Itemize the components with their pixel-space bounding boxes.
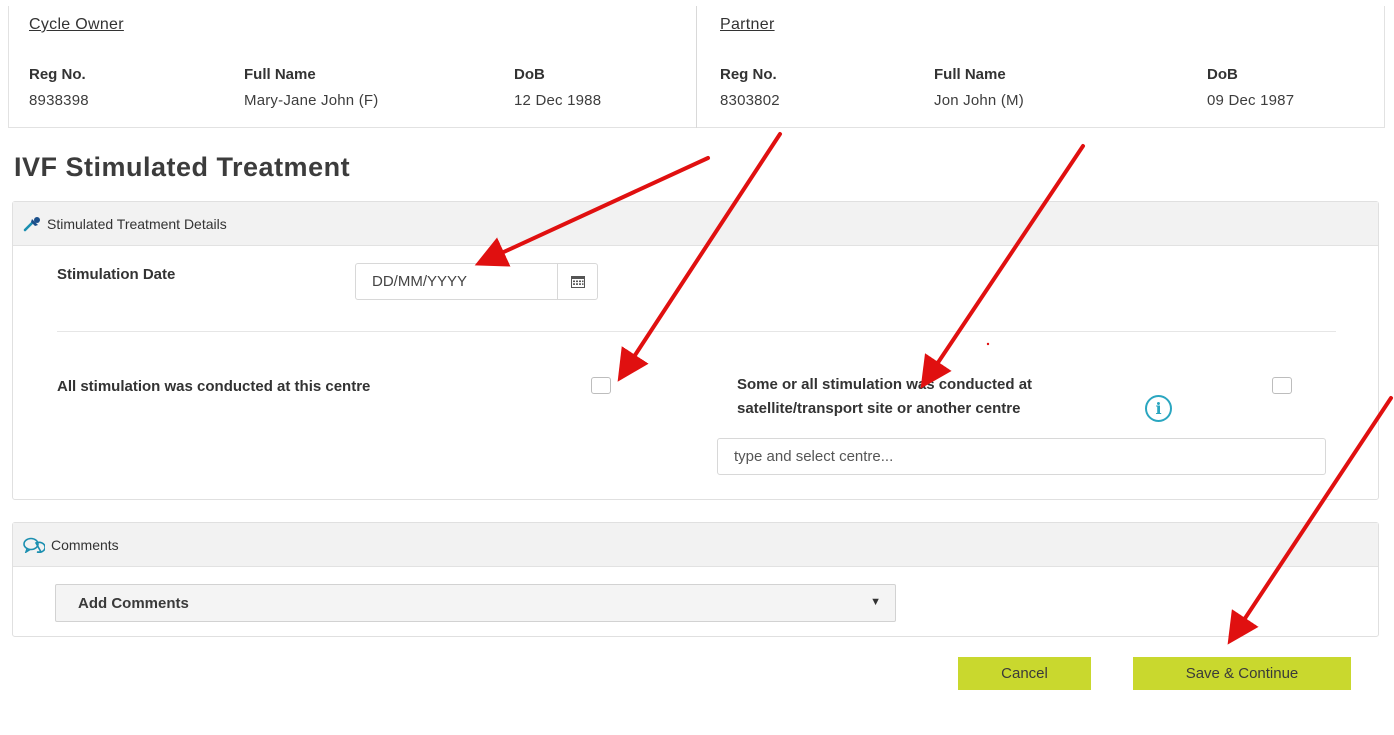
info-icon[interactable]: i <box>1145 395 1172 422</box>
cycle-owner-reg: 8938398 <box>29 92 89 109</box>
centre-search-input[interactable]: type and select centre... <box>717 438 1326 475</box>
details-panel-header: Stimulated Treatment Details <box>13 202 1378 246</box>
cycle-owner-name-label: Full Name <box>244 66 316 83</box>
cancel-button[interactable]: Cancel <box>958 657 1091 690</box>
details-panel-title: Stimulated Treatment Details <box>47 215 227 232</box>
comments-icon <box>23 537 45 553</box>
save-continue-button[interactable]: Save & Continue <box>1133 657 1351 690</box>
partner-heading[interactable]: Partner <box>720 16 775 34</box>
other-site-label-line1: Some or all stimulation was conducted at <box>737 376 1033 393</box>
cycle-owner-reg-label: Reg No. <box>29 66 86 83</box>
cycle-owner-name: Mary-Jane John (F) <box>244 92 379 109</box>
page-title: IVF Stimulated Treatment <box>14 152 351 182</box>
add-comments-value: Add Comments <box>78 595 189 612</box>
all-stimulation-checkbox[interactable] <box>591 377 611 394</box>
comments-panel-title: Comments <box>51 536 119 553</box>
comments-panel: Comments Add Comments ▼ <box>12 522 1379 637</box>
comments-panel-header: Comments <box>13 523 1378 567</box>
stimulation-date-input[interactable]: DD/MM/YYYY <box>355 263 598 300</box>
header-divider <box>696 6 697 128</box>
partner-reg-label: Reg No. <box>720 66 777 83</box>
cycle-owner-dob: 12 Dec 1988 <box>514 92 602 109</box>
stimulation-date-field[interactable]: DD/MM/YYYY <box>356 264 558 299</box>
cycle-owner-dob-label: DoB <box>514 66 545 83</box>
dropper-icon <box>23 216 40 231</box>
cycle-owner-heading[interactable]: Cycle Owner <box>29 16 124 34</box>
other-site-label-line2: satellite/transport site or another cent… <box>737 400 1021 417</box>
partner-reg: 8303802 <box>720 92 780 109</box>
patient-header: Cycle Owner Reg No. Full Name DoB 893839… <box>8 6 1385 128</box>
details-panel: Stimulated Treatment Details Stimulation… <box>12 201 1379 500</box>
partner-name: Jon John (M) <box>934 92 1024 109</box>
caret-down-icon: ▼ <box>870 596 881 608</box>
partner-dob: 09 Dec 1987 <box>1207 92 1295 109</box>
partner-name-label: Full Name <box>934 66 1006 83</box>
all-stimulation-label: All stimulation was conducted at this ce… <box>57 378 371 395</box>
details-divider <box>57 331 1336 332</box>
stimulation-date-label: Stimulation Date <box>57 266 176 283</box>
partner-dob-label: DoB <box>1207 66 1238 83</box>
other-site-checkbox[interactable] <box>1272 377 1292 394</box>
calendar-icon[interactable] <box>558 264 597 299</box>
add-comments-dropdown[interactable]: Add Comments ▼ <box>55 584 896 622</box>
